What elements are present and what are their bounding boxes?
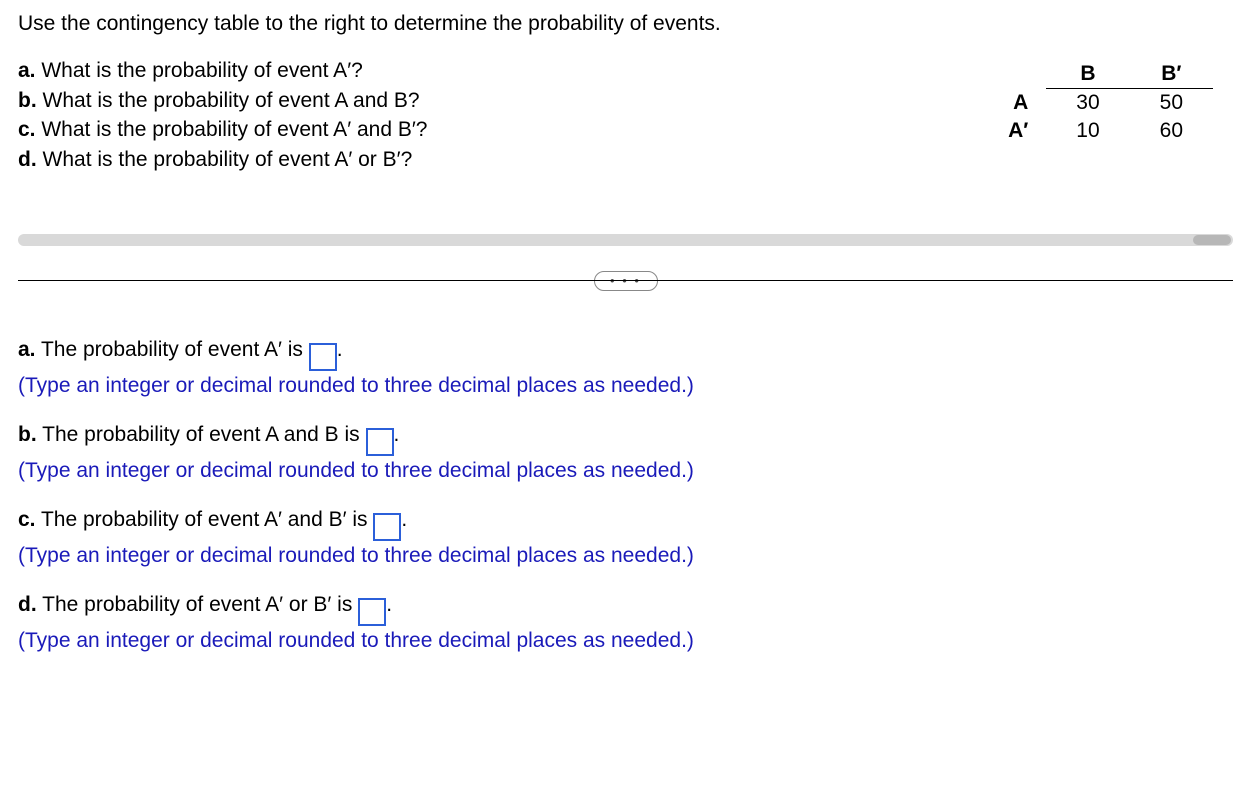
answer-d-post: .	[386, 593, 392, 616]
answer-b-hint: (Type an integer or decimal rounded to t…	[18, 456, 1233, 486]
table-corner-blank	[978, 60, 1046, 89]
question-d-label: d.	[18, 148, 37, 171]
answer-block-d: d. The probability of event A′ or B′ is …	[18, 590, 1233, 657]
answer-c-post: .	[401, 508, 407, 531]
answer-d-hint: (Type an integer or decimal rounded to t…	[18, 626, 1233, 656]
question-a-text: What is the probability of event A′?	[41, 59, 362, 82]
answer-b-input[interactable]	[366, 428, 394, 456]
expand-more-button[interactable]: • • •	[594, 271, 658, 291]
contingency-table-wrap: B B′ A 30 50 A′ 10 60	[978, 60, 1213, 145]
answer-b-post: .	[394, 423, 400, 446]
answer-c-label: c.	[18, 508, 36, 531]
question-b: b. What is the probability of event A an…	[18, 86, 948, 115]
table-cell-aprime-b: 10	[1046, 117, 1129, 145]
answer-d-pre: The probability of event A′ or B′ is	[42, 593, 358, 616]
answer-a-hint: (Type an integer or decimal rounded to t…	[18, 371, 1233, 401]
table-row-label-aprime: A′	[978, 117, 1046, 145]
question-b-text: What is the probability of event A and B…	[43, 89, 420, 112]
question-text-column: Use the contingency table to the right t…	[18, 10, 948, 174]
answer-c-hint: (Type an integer or decimal rounded to t…	[18, 541, 1233, 571]
question-top-section: Use the contingency table to the right t…	[18, 10, 1233, 174]
section-divider	[18, 280, 1233, 281]
question-a-label: a.	[18, 59, 36, 82]
table-cell-a-b: 30	[1046, 89, 1129, 118]
answer-c-input[interactable]	[373, 513, 401, 541]
answer-a-label: a.	[18, 338, 36, 361]
answer-b-pre: The probability of event A and B is	[42, 423, 365, 446]
answer-block-a: a. The probability of event A′ is . (Typ…	[18, 335, 1233, 402]
question-c-text: What is the probability of event A′ and …	[41, 118, 427, 141]
table-row: A′ 10 60	[978, 117, 1213, 145]
table-header-b: B	[1046, 60, 1129, 89]
answer-a-pre: The probability of event A′ is	[41, 338, 309, 361]
answer-c-line: c. The probability of event A′ and B′ is…	[18, 505, 1233, 542]
answer-a-input[interactable]	[309, 343, 337, 371]
table-cell-aprime-bprime: 60	[1130, 117, 1213, 145]
question-b-label: b.	[18, 89, 37, 112]
answer-d-label: d.	[18, 593, 37, 616]
contingency-table: B B′ A 30 50 A′ 10 60	[978, 60, 1213, 145]
table-row-label-a: A	[978, 89, 1046, 118]
answer-d-input[interactable]	[358, 598, 386, 626]
answer-b-label: b.	[18, 423, 37, 446]
answer-c-pre: The probability of event A′ and B′ is	[41, 508, 373, 531]
horizontal-scrollbar[interactable]	[18, 234, 1233, 246]
answer-b-line: b. The probability of event A and B is .	[18, 420, 1233, 457]
answer-a-post: .	[337, 338, 343, 361]
question-d-text: What is the probability of event A′ or B…	[43, 148, 413, 171]
answers-section: a. The probability of event A′ is . (Typ…	[18, 335, 1233, 657]
table-header-b-prime: B′	[1130, 60, 1213, 89]
question-a: a. What is the probability of event A′?	[18, 56, 948, 85]
question-c-label: c.	[18, 118, 36, 141]
more-dots-icon: • • •	[610, 273, 641, 288]
instruction-text: Use the contingency table to the right t…	[18, 10, 948, 38]
answer-a-line: a. The probability of event A′ is .	[18, 335, 1233, 372]
scrollbar-thumb[interactable]	[1193, 235, 1231, 245]
table-cell-a-bprime: 50	[1130, 89, 1213, 118]
question-d: d. What is the probability of event A′ o…	[18, 145, 948, 174]
answer-block-b: b. The probability of event A and B is .…	[18, 420, 1233, 487]
question-c: c. What is the probability of event A′ a…	[18, 115, 948, 144]
answer-block-c: c. The probability of event A′ and B′ is…	[18, 505, 1233, 572]
answer-d-line: d. The probability of event A′ or B′ is …	[18, 590, 1233, 627]
table-row: A 30 50	[978, 89, 1213, 118]
